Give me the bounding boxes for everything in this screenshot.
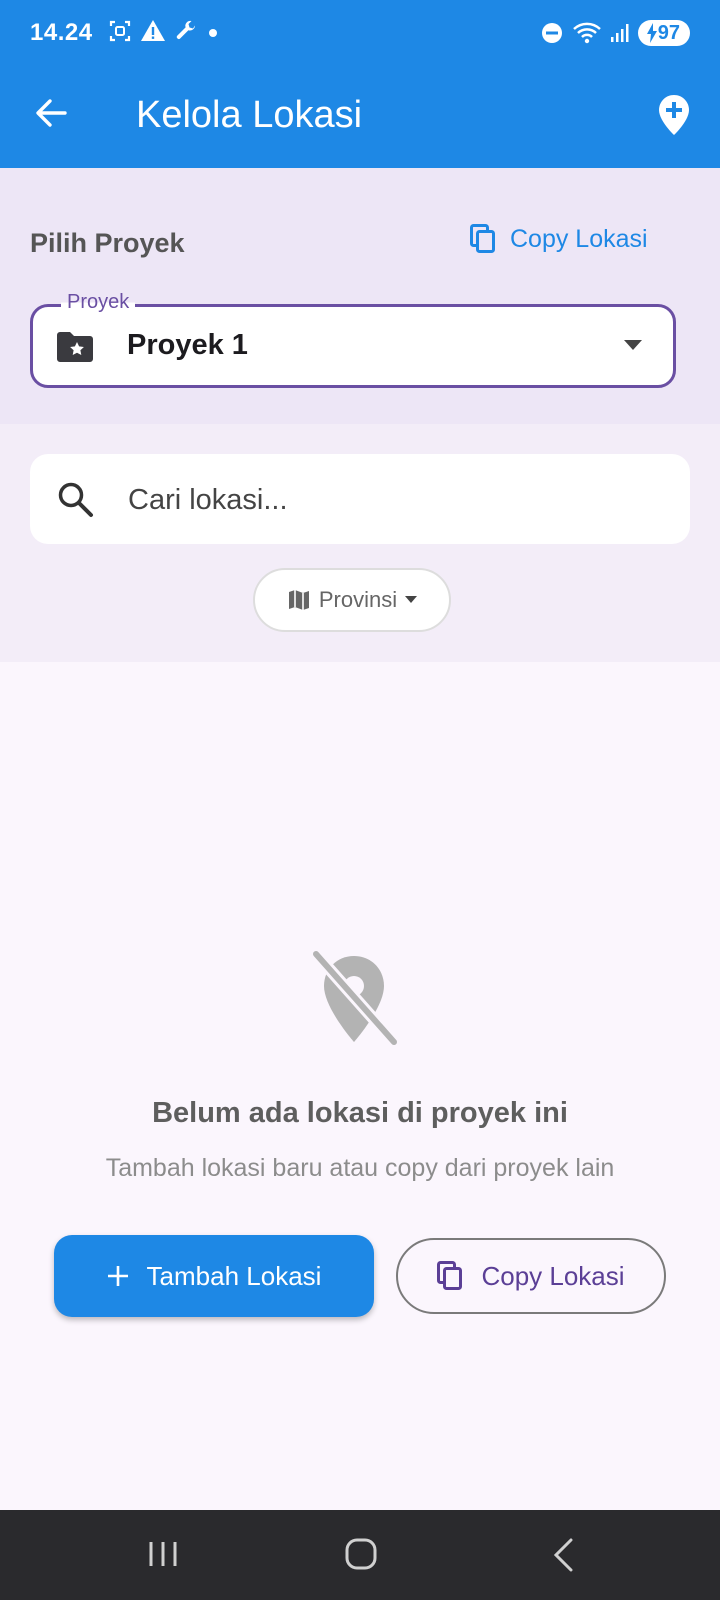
wifi-icon	[572, 22, 601, 44]
province-filter-chip[interactable]: Provinsi	[253, 568, 451, 632]
notification-dot-icon	[209, 29, 217, 37]
copy-location-link[interactable]: Copy Lokasi	[470, 224, 648, 254]
add-location-button[interactable]: Tambah Lokasi	[54, 1235, 374, 1317]
battery-indicator: 97	[637, 20, 690, 46]
search-box	[30, 454, 690, 544]
plus-icon	[107, 1266, 128, 1286]
warning-icon	[141, 20, 165, 41]
province-filter-label: Provinsi	[318, 587, 398, 612]
copy-location-label: Copy Lokasi	[510, 224, 648, 253]
app-bar: Kelola Lokasi	[0, 66, 720, 168]
nav-back-icon[interactable]	[552, 1538, 574, 1572]
copy-location-button-label: Copy Lokasi	[481, 1260, 625, 1291]
add-location-button-label: Tambah Lokasi	[146, 1260, 322, 1291]
map-icon	[288, 590, 309, 610]
empty-state-title: Belum ada lokasi di proyek ini	[152, 1097, 568, 1129]
search-icon	[58, 482, 93, 517]
battery-level: 97	[657, 21, 680, 44]
system-nav-bar	[0, 1510, 720, 1600]
status-right-icons: 97	[540, 20, 690, 46]
wrench-icon	[176, 20, 195, 39]
dropdown-caret-icon	[624, 340, 642, 350]
empty-state-subtitle: Tambah lokasi baru atau copy dari proyek…	[105, 1154, 615, 1182]
chevron-down-icon	[405, 596, 418, 603]
project-dropdown-value: Proyek 1	[127, 329, 248, 361]
status-left-icons	[108, 19, 220, 43]
signal-icon	[610, 24, 629, 42]
status-time: 14.24	[30, 19, 93, 46]
dnd-icon	[541, 23, 562, 43]
copy-icon	[470, 224, 495, 253]
home-icon[interactable]	[345, 1538, 377, 1570]
copy-location-button[interactable]: Copy Lokasi	[396, 1238, 666, 1314]
search-section: Provinsi	[0, 424, 720, 662]
project-dropdown[interactable]: Proyek Proyek 1	[30, 291, 676, 388]
copy-icon	[437, 1261, 463, 1290]
back-arrow-icon[interactable]	[34, 96, 68, 130]
screenshot-icon	[109, 20, 131, 42]
page-title: Kelola Lokasi	[136, 94, 363, 136]
status-bar: 14.24 97	[0, 0, 720, 66]
project-section: Pilih Proyek Copy Lokasi Proyek Proyek 1	[0, 168, 720, 424]
add-location-icon[interactable]	[658, 94, 690, 136]
charging-icon	[646, 23, 657, 43]
project-section-label: Pilih Proyek	[30, 228, 185, 258]
recent-apps-icon[interactable]	[148, 1540, 178, 1568]
project-dropdown-legend: Proyek	[61, 291, 136, 314]
folder-star-icon	[57, 332, 93, 362]
location-off-icon	[311, 950, 399, 1046]
search-input[interactable]	[126, 474, 670, 526]
